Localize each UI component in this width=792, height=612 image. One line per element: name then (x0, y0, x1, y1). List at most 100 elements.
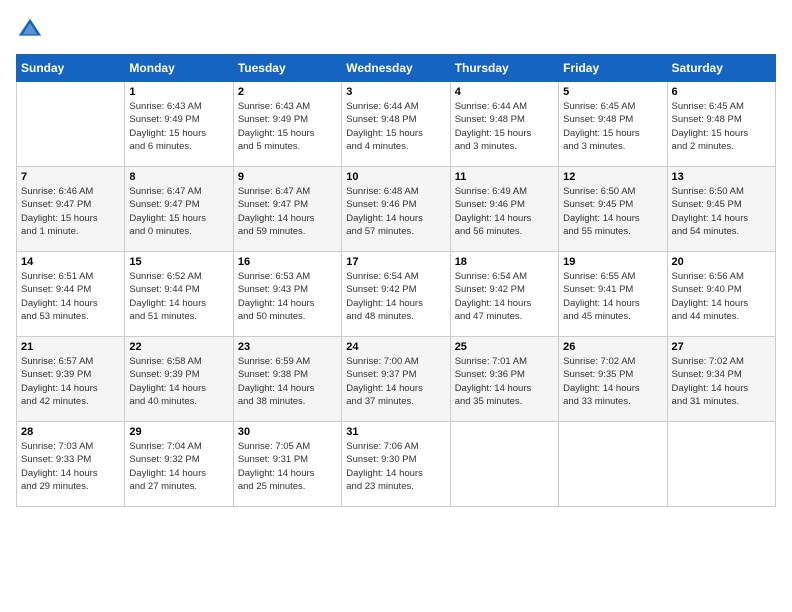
day-number: 23 (238, 341, 337, 353)
day-number: 5 (563, 86, 662, 98)
calendar-cell: 30 Sunrise: 7:05 AM Sunset: 9:31 PM Dayli… (233, 422, 341, 507)
calendar-cell (667, 422, 775, 507)
day-number: 30 (238, 426, 337, 438)
logo-icon (16, 16, 44, 44)
calendar-cell: 4 Sunrise: 6:44 AM Sunset: 9:48 PM Daylig… (450, 82, 558, 167)
day-number: 11 (455, 171, 554, 183)
day-number: 16 (238, 256, 337, 268)
day-info: Sunrise: 6:46 AM Sunset: 9:47 PM Dayligh… (21, 185, 120, 238)
day-info: Sunrise: 6:50 AM Sunset: 9:45 PM Dayligh… (563, 185, 662, 238)
calendar-week-row: 21 Sunrise: 6:57 AM Sunset: 9:39 PM Dayli… (17, 337, 776, 422)
calendar-cell: 9Sunrise: 6:47 AM Sunset: 9:47 PM Daylig… (233, 167, 341, 252)
day-info: Sunrise: 7:03 AM Sunset: 9:33 PM Dayligh… (21, 440, 120, 493)
day-number: 17 (346, 256, 445, 268)
day-info: Sunrise: 7:06 AM Sunset: 9:30 PM Dayligh… (346, 440, 445, 493)
day-info: Sunrise: 6:45 AM Sunset: 9:48 PM Dayligh… (563, 100, 662, 153)
calendar-cell: 29 Sunrise: 7:04 AM Sunset: 9:32 PM Dayli… (125, 422, 233, 507)
day-info: Sunrise: 7:00 AM Sunset: 9:37 PM Dayligh… (346, 355, 445, 408)
day-info: Sunrise: 7:02 AM Sunset: 9:35 PM Dayligh… (563, 355, 662, 408)
calendar-week-row: 28 Sunrise: 7:03 AM Sunset: 9:33 PM Dayli… (17, 422, 776, 507)
calendar-cell: 3Sunrise: 6:44 AM Sunset: 9:48 PM Daylig… (342, 82, 450, 167)
calendar-cell: 8 Sunrise: 6:47 AM Sunset: 9:47 PM Daylig… (125, 167, 233, 252)
day-number: 29 (129, 426, 228, 438)
calendar-cell: 24 Sunrise: 7:00 AM Sunset: 9:37 PM Dayli… (342, 337, 450, 422)
day-info: Sunrise: 6:55 AM Sunset: 9:41 PM Dayligh… (563, 270, 662, 323)
calendar-cell (450, 422, 558, 507)
day-info: Sunrise: 7:05 AM Sunset: 9:31 PM Dayligh… (238, 440, 337, 493)
day-info: Sunrise: 6:59 AM Sunset: 9:38 PM Dayligh… (238, 355, 337, 408)
column-header-saturday: Saturday (667, 55, 775, 82)
calendar-cell (17, 82, 125, 167)
day-number: 28 (21, 426, 120, 438)
day-number: 24 (346, 341, 445, 353)
calendar-cell: 23 Sunrise: 6:59 AM Sunset: 9:38 PM Dayli… (233, 337, 341, 422)
day-number: 4 (455, 86, 554, 98)
calendar-cell: 31 Sunrise: 7:06 AM Sunset: 9:30 PM Dayli… (342, 422, 450, 507)
day-info: Sunrise: 6:52 AM Sunset: 9:44 PM Dayligh… (129, 270, 228, 323)
day-info: Sunrise: 6:43 AM Sunset: 9:49 PM Dayligh… (238, 100, 337, 153)
day-info: Sunrise: 6:50 AM Sunset: 9:45 PM Dayligh… (672, 185, 771, 238)
page-header (16, 16, 776, 44)
day-info: Sunrise: 6:43 AM Sunset: 9:49 PM Dayligh… (129, 100, 228, 153)
calendar-header-row: SundayMondayTuesdayWednesdayThursdayFrid… (17, 55, 776, 82)
column-header-monday: Monday (125, 55, 233, 82)
day-number: 14 (21, 256, 120, 268)
calendar-cell: 6Sunrise: 6:45 AM Sunset: 9:48 PM Daylig… (667, 82, 775, 167)
calendar-cell: 25 Sunrise: 7:01 AM Sunset: 9:36 PM Dayli… (450, 337, 558, 422)
calendar-cell: 5 Sunrise: 6:45 AM Sunset: 9:48 PM Daylig… (559, 82, 667, 167)
column-header-thursday: Thursday (450, 55, 558, 82)
calendar-cell: 19 Sunrise: 6:55 AM Sunset: 9:41 PM Dayli… (559, 252, 667, 337)
day-info: Sunrise: 6:47 AM Sunset: 9:47 PM Dayligh… (129, 185, 228, 238)
calendar-cell: 12 Sunrise: 6:50 AM Sunset: 9:45 PM Dayli… (559, 167, 667, 252)
day-number: 19 (563, 256, 662, 268)
day-info: Sunrise: 6:45 AM Sunset: 9:48 PM Dayligh… (672, 100, 771, 153)
day-number: 31 (346, 426, 445, 438)
day-number: 12 (563, 171, 662, 183)
calendar-week-row: 1 Sunrise: 6:43 AM Sunset: 9:49 PM Daylig… (17, 82, 776, 167)
calendar-cell: 11 Sunrise: 6:49 AM Sunset: 9:46 PM Dayli… (450, 167, 558, 252)
day-number: 13 (672, 171, 771, 183)
day-number: 25 (455, 341, 554, 353)
day-info: Sunrise: 7:01 AM Sunset: 9:36 PM Dayligh… (455, 355, 554, 408)
calendar-cell: 22Sunrise: 6:58 AM Sunset: 9:39 PM Dayli… (125, 337, 233, 422)
calendar-cell: 13 Sunrise: 6:50 AM Sunset: 9:45 PM Dayli… (667, 167, 775, 252)
day-info: Sunrise: 6:54 AM Sunset: 9:42 PM Dayligh… (346, 270, 445, 323)
calendar-cell: 7Sunrise: 6:46 AM Sunset: 9:47 PM Daylig… (17, 167, 125, 252)
calendar-cell: 17 Sunrise: 6:54 AM Sunset: 9:42 PM Dayli… (342, 252, 450, 337)
column-header-wednesday: Wednesday (342, 55, 450, 82)
calendar-cell (559, 422, 667, 507)
calendar-cell: 26 Sunrise: 7:02 AM Sunset: 9:35 PM Dayli… (559, 337, 667, 422)
day-number: 10 (346, 171, 445, 183)
day-number: 18 (455, 256, 554, 268)
day-number: 26 (563, 341, 662, 353)
calendar-cell: 28 Sunrise: 7:03 AM Sunset: 9:33 PM Dayli… (17, 422, 125, 507)
day-number: 1 (129, 86, 228, 98)
day-number: 20 (672, 256, 771, 268)
day-info: Sunrise: 6:44 AM Sunset: 9:48 PM Dayligh… (455, 100, 554, 153)
column-header-tuesday: Tuesday (233, 55, 341, 82)
day-info: Sunrise: 6:54 AM Sunset: 9:42 PM Dayligh… (455, 270, 554, 323)
column-header-sunday: Sunday (17, 55, 125, 82)
calendar-cell: 20Sunrise: 6:56 AM Sunset: 9:40 PM Dayli… (667, 252, 775, 337)
day-info: Sunrise: 6:48 AM Sunset: 9:46 PM Dayligh… (346, 185, 445, 238)
day-info: Sunrise: 6:51 AM Sunset: 9:44 PM Dayligh… (21, 270, 120, 323)
calendar-week-row: 7Sunrise: 6:46 AM Sunset: 9:47 PM Daylig… (17, 167, 776, 252)
logo (16, 16, 48, 44)
day-info: Sunrise: 7:04 AM Sunset: 9:32 PM Dayligh… (129, 440, 228, 493)
calendar-cell: 1 Sunrise: 6:43 AM Sunset: 9:49 PM Daylig… (125, 82, 233, 167)
calendar-cell: 14 Sunrise: 6:51 AM Sunset: 9:44 PM Dayli… (17, 252, 125, 337)
calendar-cell: 10 Sunrise: 6:48 AM Sunset: 9:46 PM Dayli… (342, 167, 450, 252)
column-header-friday: Friday (559, 55, 667, 82)
day-info: Sunrise: 6:49 AM Sunset: 9:46 PM Dayligh… (455, 185, 554, 238)
calendar-table: SundayMondayTuesdayWednesdayThursdayFrid… (16, 54, 776, 507)
day-info: Sunrise: 6:57 AM Sunset: 9:39 PM Dayligh… (21, 355, 120, 408)
day-number: 21 (21, 341, 120, 353)
day-info: Sunrise: 7:02 AM Sunset: 9:34 PM Dayligh… (672, 355, 771, 408)
calendar-cell: 15Sunrise: 6:52 AM Sunset: 9:44 PM Dayli… (125, 252, 233, 337)
day-info: Sunrise: 6:47 AM Sunset: 9:47 PM Dayligh… (238, 185, 337, 238)
calendar-week-row: 14 Sunrise: 6:51 AM Sunset: 9:44 PM Dayli… (17, 252, 776, 337)
day-number: 2 (238, 86, 337, 98)
day-info: Sunrise: 6:53 AM Sunset: 9:43 PM Dayligh… (238, 270, 337, 323)
day-number: 22 (129, 341, 228, 353)
day-number: 8 (129, 171, 228, 183)
